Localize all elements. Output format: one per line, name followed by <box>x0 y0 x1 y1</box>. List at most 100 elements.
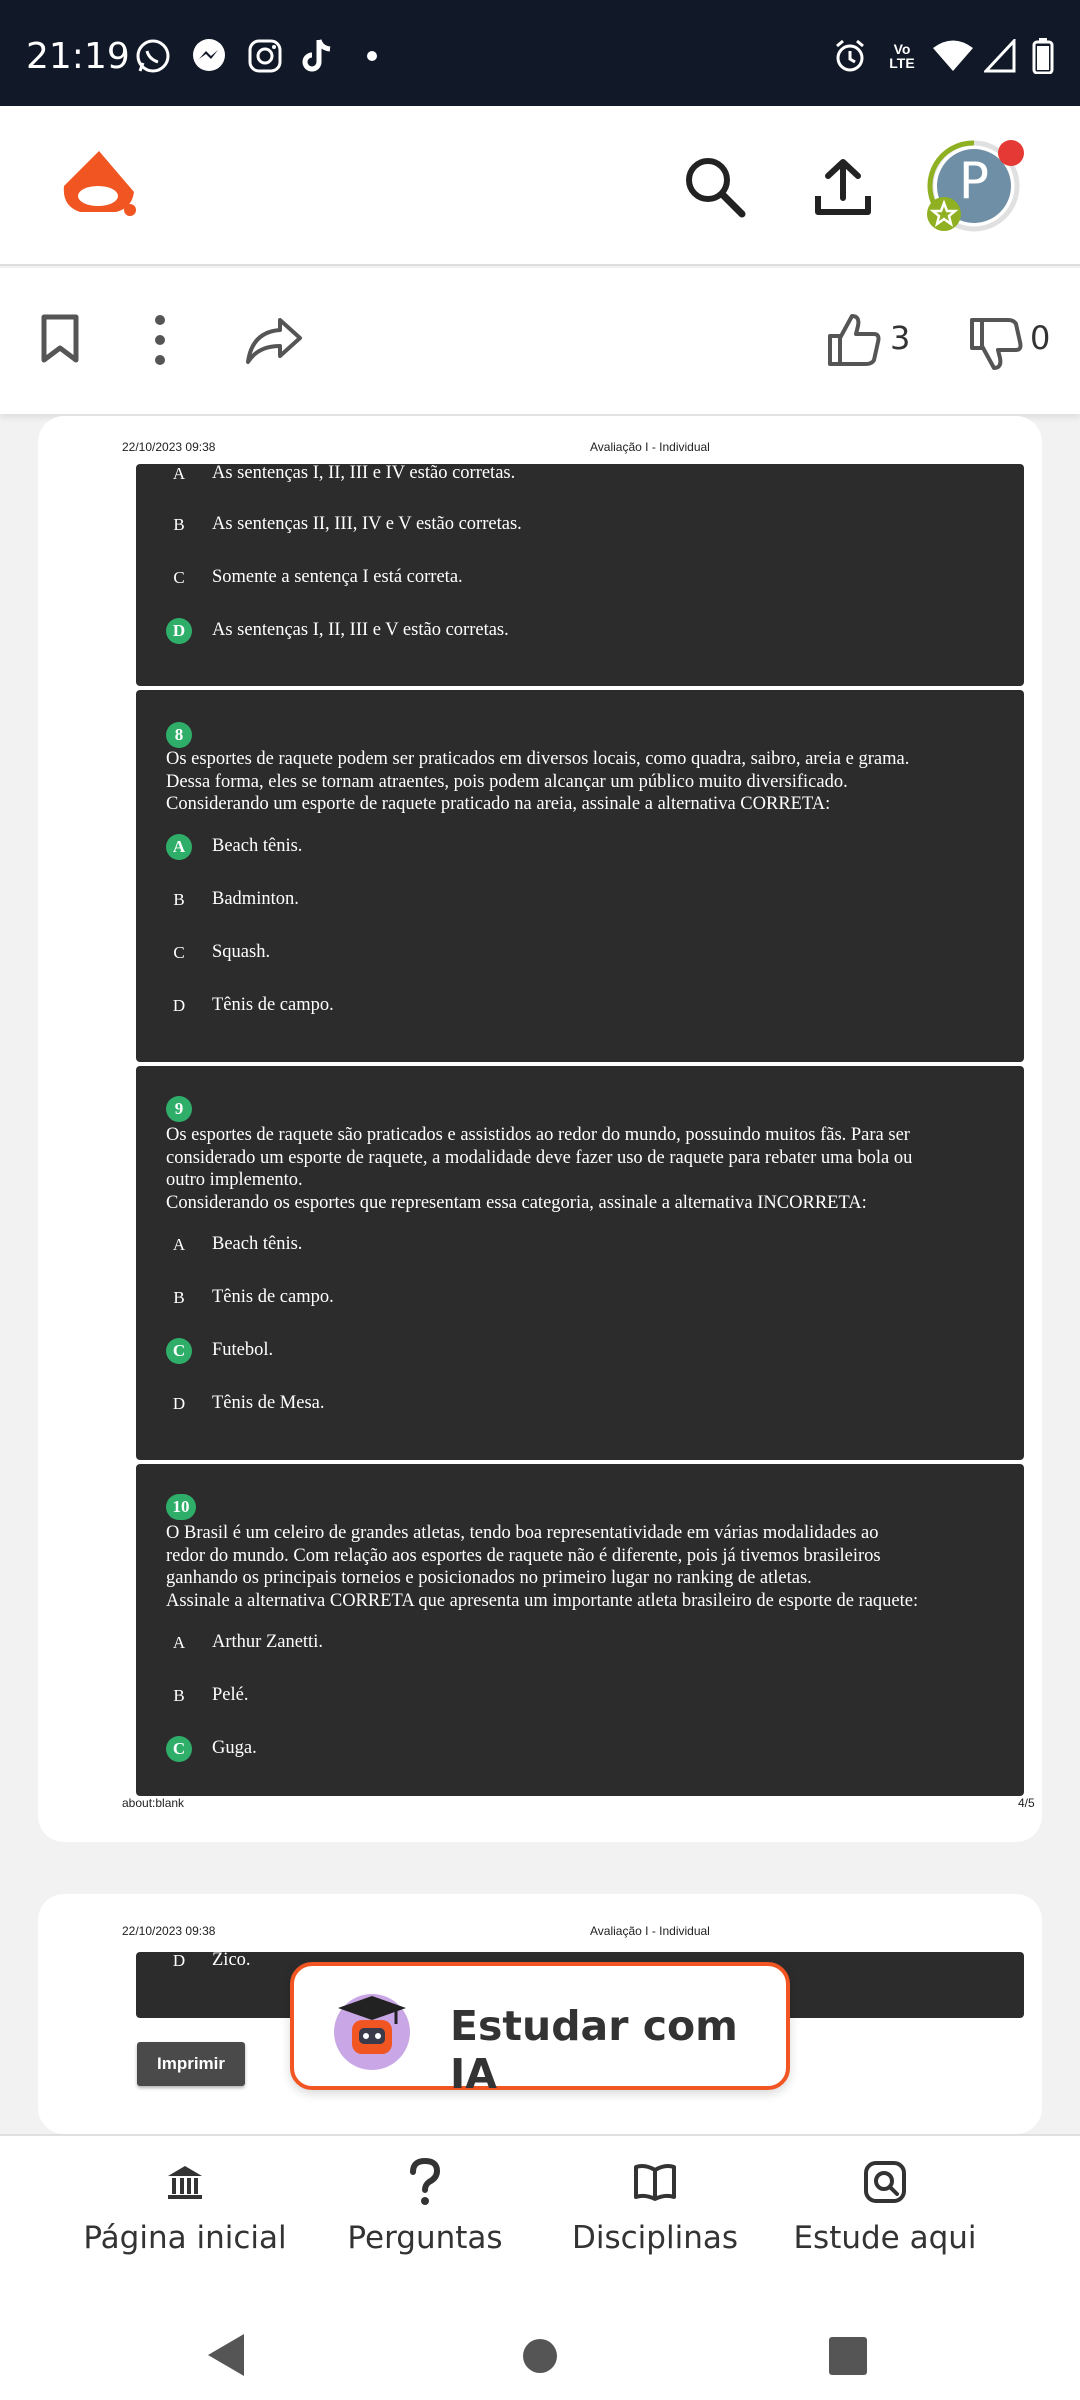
option-d-correct[interactable]: D As sentenças I, II, III e V estão corr… <box>166 618 986 644</box>
question-stem: Os esportes de raquete são praticados e … <box>166 1124 996 1214</box>
stem-line: Os esportes de raquete podem ser pratica… <box>166 749 910 769</box>
option-letter: A <box>166 834 192 860</box>
more-options-icon[interactable] <box>150 314 170 371</box>
option-b[interactable]: B Pelé. <box>166 1683 986 1709</box>
option-text: As sentenças I, II, III e IV estão corre… <box>212 463 516 483</box>
stem-line: Os esportes de raquete são praticados e … <box>166 1125 910 1145</box>
option-letter: A <box>172 1235 186 1254</box>
home-icon[interactable] <box>522 2338 558 2379</box>
option-text: Beach tênis. <box>212 836 303 856</box>
option-text: Tênis de Mesa. <box>212 1393 325 1413</box>
nav-item-home[interactable]: Página inicial <box>50 2154 320 2256</box>
likes-count: 3 <box>890 319 911 357</box>
option-letter: C <box>173 568 185 587</box>
back-icon[interactable] <box>206 2332 246 2383</box>
notification-dot-icon <box>362 36 382 76</box>
print-button[interactable]: Imprimir <box>137 2042 245 2086</box>
logo-icon[interactable] <box>58 148 140 229</box>
option-d[interactable]: D Tênis de Mesa. <box>166 1391 986 1417</box>
option-c[interactable]: C Squash. <box>166 940 986 966</box>
bank-icon <box>50 2154 320 2210</box>
bookmark-icon[interactable] <box>40 314 80 369</box>
stem-line: Considerando os esportes que representam… <box>166 1192 867 1213</box>
option-text: As sentenças I, II, III e V estão corret… <box>212 620 509 640</box>
option-b[interactable]: B As sentenças II, III, IV e V estão cor… <box>166 512 986 538</box>
upload-icon[interactable] <box>810 154 876 225</box>
stem-line: ganhando os principais torneios e posici… <box>166 1568 812 1588</box>
option-text: Beach tênis. <box>212 1234 303 1254</box>
signal-icon <box>982 36 1018 76</box>
question-7-block: A As sentenças I, II, III e IV estão cor… <box>136 461 1024 686</box>
option-c-correct[interactable]: C Guga. <box>166 1736 986 1762</box>
page-footer-url: about:blank <box>122 1796 185 1810</box>
question-number: 9 <box>166 1096 192 1122</box>
star-badge-icon <box>926 196 962 237</box>
option-letter: B <box>173 515 185 534</box>
instagram-icon <box>244 36 286 76</box>
thumbs-up-icon[interactable] <box>826 312 882 373</box>
study-search-icon <box>750 2154 1020 2210</box>
question-10-block: 10 O Brasil é um celeiro de grandes atle… <box>136 1464 1024 1796</box>
battery-icon <box>1030 36 1056 76</box>
option-d[interactable]: D Tênis de campo. <box>166 993 986 1019</box>
recents-icon[interactable] <box>828 2336 868 2381</box>
option-text: Zico. <box>212 1950 251 1970</box>
option-letter: D <box>172 1394 186 1413</box>
action-bar: 3 0 <box>0 268 1080 414</box>
thumbs-down-icon[interactable] <box>968 316 1024 377</box>
page-footer-number: 4/5 <box>1018 1796 1035 1810</box>
question-9-block: 9 Os esportes de raquete são praticados … <box>136 1066 1024 1460</box>
whatsapp-icon <box>132 36 174 76</box>
volte-icon: Vo LTE <box>889 41 915 71</box>
messenger-icon <box>188 36 230 76</box>
stem-line: outro implemento. <box>166 1170 303 1190</box>
nav-label: Página inicial <box>83 2220 287 2256</box>
nav-label: Estude aqui <box>793 2220 977 2256</box>
page-header-title: Avaliação I - Individual <box>590 440 710 454</box>
option-letter: C <box>173 943 185 962</box>
page-header-date: 22/10/2023 09:38 <box>122 440 216 454</box>
avatar[interactable]: P <box>926 138 1024 237</box>
option-text: Tênis de campo. <box>212 995 334 1015</box>
option-a[interactable]: A Beach tênis. <box>166 1232 986 1258</box>
page-header-title: Avaliação I - Individual <box>590 1924 710 1938</box>
stem-line: redor do mundo. Com relação aos esportes… <box>166 1545 881 1566</box>
status-time: 21:19 <box>26 36 130 77</box>
option-letter: D <box>172 996 186 1015</box>
option-letter: B <box>173 1686 185 1705</box>
option-text: As sentenças II, III, IV e V estão corre… <box>212 514 522 534</box>
dislikes-count: 0 <box>1030 319 1051 357</box>
share-icon[interactable] <box>244 316 304 371</box>
alarm-icon <box>830 36 870 76</box>
search-icon[interactable] <box>680 152 750 227</box>
option-b[interactable]: B Badminton. <box>166 887 986 913</box>
question-stem: Os esportes de raquete podem ser pratica… <box>166 748 996 816</box>
app-bar: P <box>0 106 1080 266</box>
option-a[interactable]: A Arthur Zanetti. <box>166 1630 986 1656</box>
stem-line: Dessa forma, eles se tornam atraentes, p… <box>166 771 848 792</box>
option-text: Guga. <box>212 1738 257 1758</box>
option-text: Tênis de campo. <box>212 1287 334 1307</box>
nav-item-study-here[interactable]: Estude aqui <box>750 2154 1020 2256</box>
option-b[interactable]: B Tênis de campo. <box>166 1285 986 1311</box>
study-with-ai-label: Estudar com IA <box>450 2002 738 2098</box>
option-text: Futebol. <box>212 1340 274 1360</box>
option-a-correct[interactable]: A Beach tênis. <box>166 834 986 860</box>
ai-robot-icon <box>330 1986 414 2075</box>
option-letter: D <box>172 1951 186 1970</box>
option-text: Arthur Zanetti. <box>212 1632 323 1652</box>
option-text: Pelé. <box>212 1685 249 1705</box>
option-c-correct[interactable]: C Futebol. <box>166 1338 986 1364</box>
option-letter: A <box>172 464 186 483</box>
option-letter: C <box>166 1338 192 1364</box>
option-a[interactable]: A As sentenças I, II, III e IV estão cor… <box>166 461 986 487</box>
option-letter: A <box>172 1633 186 1652</box>
tiktok-icon <box>298 36 340 76</box>
option-c[interactable]: C Somente a sentença I está correta. <box>166 565 986 591</box>
question-8-block: 8 Os esportes de raquete podem ser prati… <box>136 690 1024 1062</box>
option-text: Badminton. <box>212 889 299 909</box>
study-with-ai-button[interactable]: Estudar com IA <box>290 1962 790 2098</box>
bottom-navigation: Página inicial Perguntas Disciplinas Est… <box>0 2134 1080 2296</box>
stem-line: O Brasil é um celeiro de grandes atletas… <box>166 1523 879 1543</box>
option-letter: C <box>166 1736 192 1762</box>
